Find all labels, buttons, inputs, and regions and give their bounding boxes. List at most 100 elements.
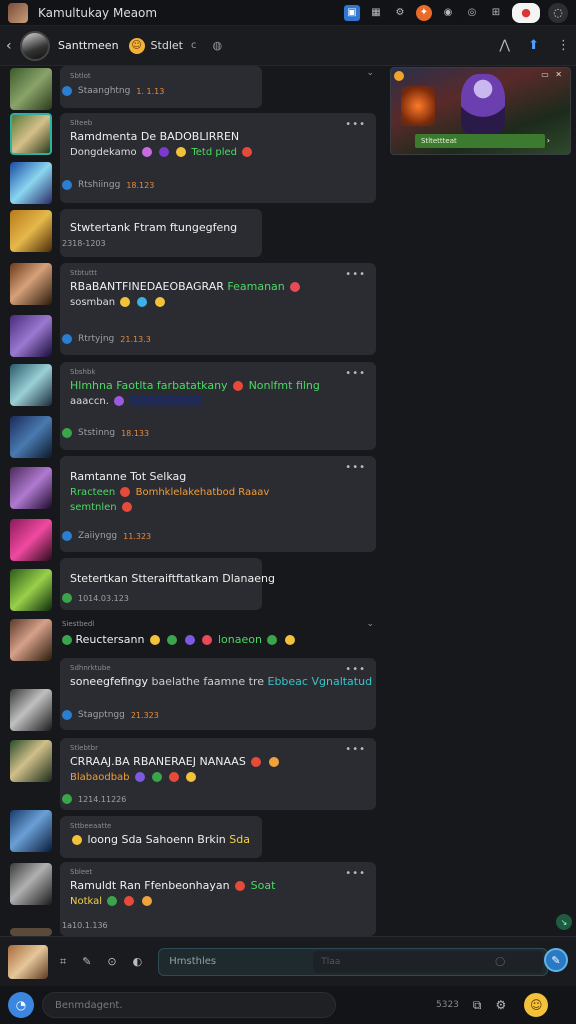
channel-name[interactable]: Santtmeen: [58, 39, 119, 52]
expand-arrow-icon[interactable]: ›: [547, 136, 550, 145]
avatar[interactable]: [10, 113, 52, 155]
emoji-icon: [235, 881, 246, 891]
avatar[interactable]: [10, 210, 52, 252]
channel-c-label: c: [190, 40, 197, 51]
secondary-input[interactable]: Tlaa: [313, 950, 544, 973]
top-bar: Kamultukay Meaom ▣ ▦ ⚙ ✦ ◉ ◎ ⊞ ● ◌: [0, 0, 576, 26]
more-options-icon[interactable]: •••: [345, 269, 366, 280]
share-icon[interactable]: ⋀: [499, 38, 510, 53]
avatar[interactable]: [10, 364, 52, 406]
avatar[interactable]: [10, 315, 52, 357]
avatar[interactable]: [10, 263, 52, 305]
read-check-icon: [62, 86, 72, 96]
emoji-icon: [151, 772, 162, 782]
avatar[interactable]: [10, 68, 52, 110]
avatar[interactable]: [10, 569, 52, 611]
upload-icon[interactable]: ⬆: [528, 38, 539, 53]
message-meta: Sbshbk: [70, 368, 96, 376]
video-controls-icon[interactable]: ▭ ✕: [541, 70, 564, 79]
message-list[interactable]: Sbtlot ⌄ Staanghtng 1. 1.13 Slteeb Ramdm…: [0, 66, 390, 936]
live-badge-icon: [394, 71, 404, 81]
message-meta: Stbtuttt: [70, 269, 98, 277]
avatar[interactable]: [10, 519, 52, 561]
avatar[interactable]: [10, 810, 52, 852]
flame-icon[interactable]: ✦: [416, 4, 432, 21]
bottom-bar: ◔ Benmdagent. 5323 ⧉ ⚙ ☺: [0, 986, 576, 1024]
read-check-icon: [62, 593, 72, 603]
profile-icon[interactable]: ◌: [548, 2, 568, 23]
emoji-icon: [169, 772, 180, 782]
more-options-icon[interactable]: •••: [345, 368, 366, 379]
read-check-icon: [62, 334, 72, 344]
settings-icon[interactable]: ⚙: [495, 998, 506, 1012]
avatar[interactable]: [10, 928, 52, 936]
more-icon[interactable]: ⋮: [557, 38, 570, 53]
message-body: Dongdekamo Tetd pled: [70, 147, 366, 158]
send-button[interactable]: ✎: [544, 948, 568, 972]
message-body: Notkal: [70, 896, 366, 907]
more-options-icon[interactable]: •••: [345, 119, 366, 130]
video-caption-bar[interactable]: Stltettteat: [415, 134, 545, 148]
avatar[interactable]: [10, 467, 52, 509]
read-check-icon: [62, 710, 72, 720]
notification-pill-icon[interactable]: ●: [512, 2, 540, 23]
message-title: Ramdmenta De BADOBLIRREN: [70, 130, 240, 143]
message-composer: ⌗ ✎ ⊙ ◐ Hmsthles Tlaa ◯: [0, 936, 576, 986]
emoji-icon: [233, 381, 244, 391]
back-arrow-icon[interactable]: ‹: [6, 38, 20, 54]
dash-icon[interactable]: ◎: [464, 5, 480, 21]
attach-icon[interactable]: ⌗: [60, 955, 66, 969]
video-preview[interactable]: ▭ ✕ Stltettteat ›: [390, 67, 571, 155]
more-options-icon[interactable]: •••: [345, 744, 366, 755]
emoji-icon: [114, 396, 125, 406]
secondary-input-placeholder: Tlaa: [321, 956, 341, 967]
more-options-icon[interactable]: •••: [345, 664, 366, 675]
sticker-icon[interactable]: ◐: [133, 955, 143, 968]
emoji-icon: [141, 896, 152, 906]
avatar[interactable]: [8, 944, 48, 979]
emoji-icon: [124, 896, 135, 906]
inbox-icon[interactable]: ⧉: [473, 998, 482, 1013]
search-input[interactable]: Benmdagent.: [42, 992, 336, 1018]
emoji-picker-icon[interactable]: ◯: [495, 957, 505, 967]
timestamp: 2318-1203: [62, 239, 106, 248]
scroll-down-icon[interactable]: ↘: [556, 914, 572, 930]
avatar[interactable]: [10, 619, 52, 661]
message-body-orange: Bomhklelakehatbod Raaav: [135, 487, 270, 498]
gamepad-icon[interactable]: ◉: [440, 5, 456, 21]
chevron-down-icon[interactable]: ⌄: [366, 619, 374, 629]
avatar[interactable]: [10, 740, 52, 782]
avatar[interactable]: [10, 689, 52, 731]
avatar[interactable]: [10, 162, 52, 204]
more-options-icon[interactable]: •••: [345, 462, 366, 473]
mic-icon[interactable]: ◍: [212, 39, 222, 52]
message-footer: 1a10.1.136: [62, 921, 108, 930]
message-body-text: Dongdekamo: [70, 147, 137, 158]
list-item[interactable]: Sttbeeaatte loong Sda Sahoenn Brkin Sda: [60, 816, 262, 858]
message-body-green-2: semtnlen: [70, 502, 117, 513]
message-input[interactable]: Hmsthles Tlaa ◯: [158, 947, 549, 976]
grid-icon[interactable]: ▦: [368, 5, 384, 21]
emoji-icon: [268, 757, 279, 767]
message-title: CRRAAJ.BA RBANERAEJ NANAAS: [70, 755, 366, 768]
emoji-icon: [149, 635, 160, 645]
avatar[interactable]: [10, 863, 52, 905]
chevron-down-icon[interactable]: ⌄: [366, 68, 374, 78]
gif-icon[interactable]: ⊙: [107, 955, 116, 968]
edit-icon[interactable]: ✎: [82, 955, 91, 968]
message-meta: Sbleet: [70, 868, 93, 876]
grid-small-icon[interactable]: ⊞: [488, 5, 504, 21]
list-item[interactable]: Stwtertank Ftram ftungegfeng: [60, 209, 262, 257]
avatar[interactable]: [10, 416, 52, 458]
emoji-icon: [120, 487, 131, 497]
message-title-text: Ramuldt Ran Ffenbeonhayan: [70, 879, 230, 892]
more-options-icon[interactable]: •••: [345, 868, 366, 879]
emoji-reaction-icon[interactable]: ☺: [524, 993, 549, 1017]
channel-avatar[interactable]: [20, 30, 50, 61]
message-title-yellow: Sda: [229, 833, 250, 846]
square-blue-icon[interactable]: ▣: [344, 4, 360, 21]
settings-icon[interactable]: ⚙: [392, 5, 408, 21]
message-body-2: semtnlen: [70, 502, 366, 513]
home-logo-icon[interactable]: ◔: [8, 992, 34, 1018]
message-body: aaaccn.: [70, 396, 366, 407]
